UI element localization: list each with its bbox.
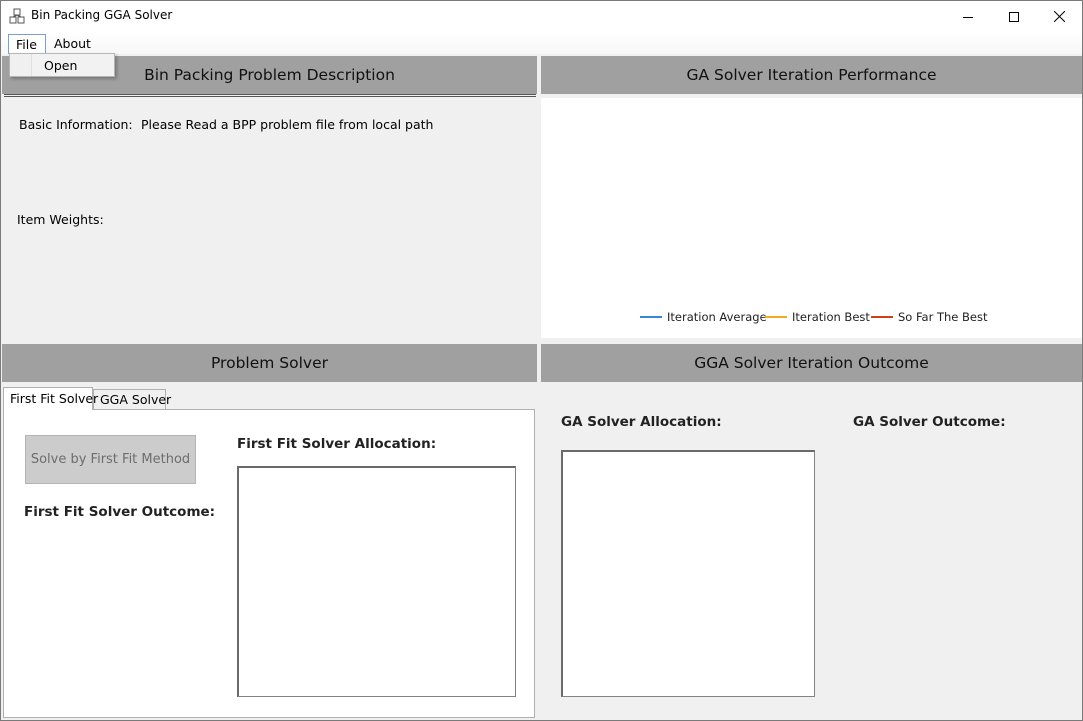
title-bar: Bin Packing GGA Solver bbox=[1, 1, 1082, 32]
menu-about[interactable]: About bbox=[47, 34, 98, 54]
legend-item-average: Iteration Average bbox=[640, 310, 767, 324]
legend-swatch-average bbox=[640, 316, 662, 318]
legend-label-best: Iteration Best bbox=[792, 310, 870, 324]
close-icon bbox=[1053, 11, 1065, 22]
outcome-header: GGA Solver Iteration Outcome bbox=[541, 344, 1082, 382]
first-fit-allocation-list[interactable] bbox=[237, 466, 516, 697]
tab-gga-solver[interactable]: GGA Solver bbox=[93, 389, 171, 409]
maximize-button[interactable] bbox=[991, 1, 1037, 32]
legend-item-best: Iteration Best bbox=[765, 310, 870, 324]
menu-item-open[interactable]: Open bbox=[44, 58, 77, 73]
chart-legend: Iteration Average Iteration Best So Far … bbox=[541, 310, 1082, 326]
solve-first-fit-button[interactable]: Solve by First Fit Method bbox=[25, 435, 196, 484]
performance-header: GA Solver Iteration Performance bbox=[541, 56, 1082, 94]
close-button[interactable] bbox=[1036, 1, 1082, 32]
first-fit-allocation-label: First Fit Solver Allocation: bbox=[237, 436, 437, 452]
tab-first-fit-solver[interactable]: First Fit Solver bbox=[3, 387, 98, 410]
dropdown-icon-gutter bbox=[10, 54, 32, 76]
maximize-icon bbox=[1009, 11, 1019, 22]
menu-file[interactable]: File bbox=[8, 34, 46, 54]
item-weights-label: Item Weights: bbox=[17, 212, 104, 227]
legend-label-so-far-best: So Far The Best bbox=[898, 310, 988, 324]
menu-bar: File About bbox=[1, 32, 1082, 54]
minimize-icon bbox=[963, 16, 973, 18]
ga-allocation-list[interactable] bbox=[561, 450, 815, 697]
ga-allocation-label: GA Solver Allocation: bbox=[561, 414, 722, 430]
legend-label-average: Iteration Average bbox=[667, 310, 767, 324]
solver-header: Problem Solver bbox=[2, 344, 537, 382]
minimize-button[interactable] bbox=[945, 1, 991, 32]
performance-chart: Iteration Average Iteration Best So Far … bbox=[541, 98, 1082, 338]
header-divider bbox=[4, 94, 536, 97]
ga-outcome-label: GA Solver Outcome: bbox=[853, 414, 1006, 430]
first-fit-outcome-label: First Fit Solver Outcome: bbox=[24, 504, 216, 520]
legend-item-so-far-best: So Far The Best bbox=[871, 310, 988, 324]
app-window: Bin Packing GGA Solver File About Open B… bbox=[0, 0, 1083, 721]
window-title: Bin Packing GGA Solver bbox=[31, 8, 173, 22]
basic-info-label: Basic Information: bbox=[19, 117, 133, 132]
file-dropdown: Open bbox=[9, 53, 115, 77]
basic-info-value: Please Read a BPP problem file from loca… bbox=[141, 117, 434, 132]
legend-swatch-so-far-best bbox=[871, 316, 893, 318]
legend-swatch-best bbox=[765, 316, 787, 318]
app-icon bbox=[9, 8, 25, 24]
